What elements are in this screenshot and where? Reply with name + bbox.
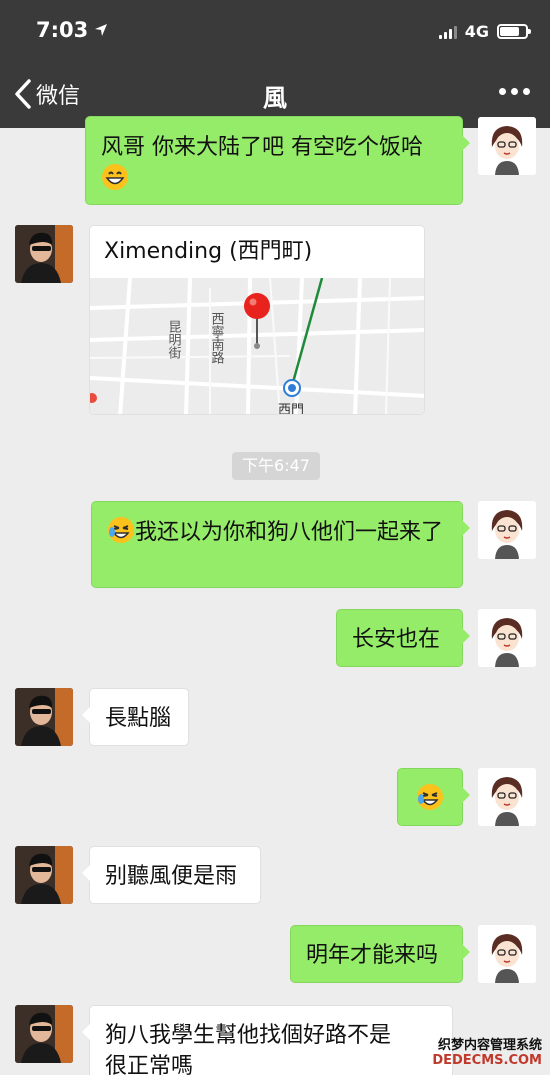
- avatar-photo-icon: [15, 225, 73, 283]
- top-bar: 7:03 4G 微信 風: [0, 0, 550, 128]
- watermark-url: DEDECMS.COM: [432, 1053, 542, 1068]
- my-avatar[interactable]: [478, 925, 536, 983]
- more-button[interactable]: [499, 88, 530, 95]
- contact-avatar[interactable]: [15, 225, 73, 283]
- contact-avatar[interactable]: [15, 688, 73, 746]
- message-bubble-mine[interactable]: 明年才能来吗: [290, 925, 470, 983]
- message-bubble-theirs[interactable]: 别聽風便是雨: [82, 846, 261, 904]
- message-bubble-mine[interactable]: 长安也在: [336, 609, 470, 667]
- message-text: 风哥 你来大陆了吧 有空吃个饭哈: [101, 135, 423, 160]
- message-text: 长安也在: [352, 627, 441, 652]
- message-bubble-mine[interactable]: 风哥 你来大陆了吧 有空吃个饭哈: [85, 116, 470, 205]
- watermark-line1: 织梦内容管理系统: [437, 1038, 542, 1053]
- grinning-face-icon: [102, 164, 128, 190]
- message-text: 狗八我學生幫他找個好路不是很正常嗎: [105, 1023, 392, 1075]
- avatar-cartoon-icon: [478, 501, 536, 559]
- timestamp: 下午6:47: [232, 452, 320, 480]
- contact-avatar[interactable]: [15, 1005, 73, 1063]
- rolling-laughing-icon: [417, 784, 443, 810]
- location-message[interactable]: Ximending (西門町) 西寧南路 昆明街 西門: [89, 225, 425, 415]
- avatar-cartoon-icon: [478, 117, 536, 175]
- my-avatar[interactable]: [478, 609, 536, 667]
- avatar-cartoon-icon: [478, 609, 536, 667]
- avatar-cartoon-icon: [478, 768, 536, 826]
- location-arrow-icon: [95, 24, 108, 36]
- map-label-street: 昆明街: [166, 320, 182, 359]
- signal-icon: [438, 25, 457, 39]
- avatar-cartoon-icon: [478, 925, 536, 983]
- location-title: Ximending (西門町): [104, 239, 313, 264]
- my-avatar[interactable]: [478, 768, 536, 826]
- ellipsis-icon: [499, 88, 506, 95]
- status-indicators: 4G: [438, 22, 531, 41]
- message-text: 長點腦: [105, 706, 172, 731]
- map-label-road: 西寧南路: [209, 312, 225, 364]
- my-avatar[interactable]: [478, 501, 536, 559]
- battery-icon: [497, 24, 531, 39]
- message-text: 明年才能来吗: [306, 943, 439, 968]
- avatar-photo-icon: [15, 1005, 73, 1063]
- message-bubble-mine[interactable]: [397, 768, 470, 826]
- message-text: 我还以为你和狗八他们一起来了: [135, 520, 444, 545]
- my-avatar[interactable]: [478, 117, 536, 175]
- clock-text: 7:03: [36, 18, 89, 42]
- network-type: 4G: [464, 22, 489, 41]
- message-bubble-mine[interactable]: 我还以为你和狗八他们一起来了: [91, 501, 470, 588]
- message-text: 别聽風便是雨: [105, 864, 238, 889]
- status-time: 7:03: [36, 18, 108, 42]
- battery-level: [500, 27, 519, 36]
- avatar-photo-icon: [15, 688, 73, 746]
- map-label-ximen: 西門: [278, 403, 304, 415]
- chat-title: 風: [263, 84, 287, 112]
- rolling-laughing-icon: [108, 517, 134, 543]
- message-bubble-theirs[interactable]: 長點腦: [82, 688, 189, 746]
- watermark: 织梦内容管理系统 DEDECMS.COM: [432, 1038, 542, 1068]
- map-preview: 西寧南路 昆明街 西門: [90, 278, 424, 415]
- message-bubble-theirs[interactable]: 狗八我學生幫他找個好路不是很正常嗎: [82, 1005, 453, 1075]
- avatar-photo-icon: [15, 846, 73, 904]
- contact-avatar[interactable]: [15, 846, 73, 904]
